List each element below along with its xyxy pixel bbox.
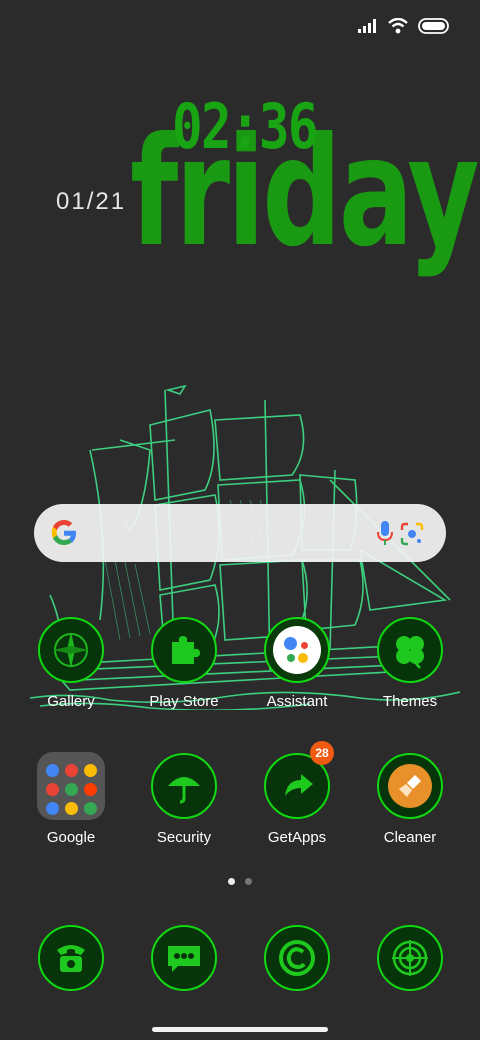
gesture-bar[interactable] xyxy=(152,1027,328,1032)
page-indicator[interactable] xyxy=(0,878,480,885)
message-icon xyxy=(151,925,217,991)
app-themes[interactable]: Themes xyxy=(360,617,460,710)
app-label: Gallery xyxy=(47,693,95,710)
clover-icon xyxy=(377,617,443,683)
app-label: Play Store xyxy=(149,693,219,710)
app-label: Cleaner xyxy=(383,829,437,846)
brush-icon xyxy=(377,753,443,819)
lens-icon[interactable] xyxy=(400,522,424,546)
clock-date: 01/21 xyxy=(56,188,127,215)
radar-icon xyxy=(377,925,443,991)
assistant-icon xyxy=(264,617,330,683)
wifi-icon xyxy=(388,18,408,34)
notification-badge: 28 xyxy=(310,741,334,765)
app-security[interactable]: Security xyxy=(134,753,234,846)
google-search-bar[interactable] xyxy=(34,504,446,562)
folder-icon xyxy=(37,752,105,820)
app-gallery[interactable]: Gallery xyxy=(21,617,121,710)
app-label: Security xyxy=(156,829,212,846)
dock-messages[interactable] xyxy=(134,925,234,991)
compass-icon xyxy=(38,617,104,683)
app-play-store[interactable]: Play Store xyxy=(134,617,234,710)
app-label: Google xyxy=(46,829,96,846)
copyright-icon xyxy=(264,925,330,991)
clock-time[interactable]: 02:36 xyxy=(172,96,318,158)
status-bar xyxy=(358,14,450,38)
phone-icon xyxy=(38,925,104,991)
umbrella-icon xyxy=(151,753,217,819)
signal-icon xyxy=(358,19,376,33)
app-assistant[interactable]: Assistant xyxy=(247,617,347,710)
dock-phone[interactable] xyxy=(21,925,121,991)
page-dot-active[interactable] xyxy=(228,878,235,885)
app-label: GetApps xyxy=(267,829,327,846)
mic-icon[interactable] xyxy=(376,520,394,546)
dock-browser[interactable] xyxy=(247,925,347,991)
puzzle-icon xyxy=(151,617,217,683)
arrow-icon: 28 xyxy=(264,741,334,819)
dock-camera[interactable] xyxy=(360,925,460,991)
page-dot[interactable] xyxy=(245,878,252,885)
app-label: Assistant xyxy=(266,693,328,710)
app-getapps[interactable]: 28 GetApps xyxy=(247,741,347,846)
google-g-icon xyxy=(51,520,76,545)
app-cleaner[interactable]: Cleaner xyxy=(360,753,460,846)
app-label: Themes xyxy=(382,693,438,710)
app-google-folder[interactable]: Google xyxy=(21,752,121,846)
battery-icon xyxy=(418,18,449,34)
